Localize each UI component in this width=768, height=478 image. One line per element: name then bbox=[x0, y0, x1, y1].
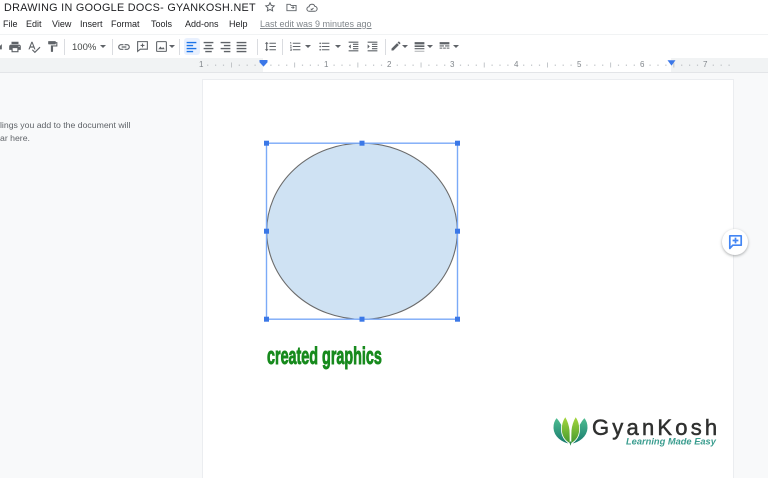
svg-text:Learning Made Easy: Learning Made Easy bbox=[626, 437, 717, 447]
